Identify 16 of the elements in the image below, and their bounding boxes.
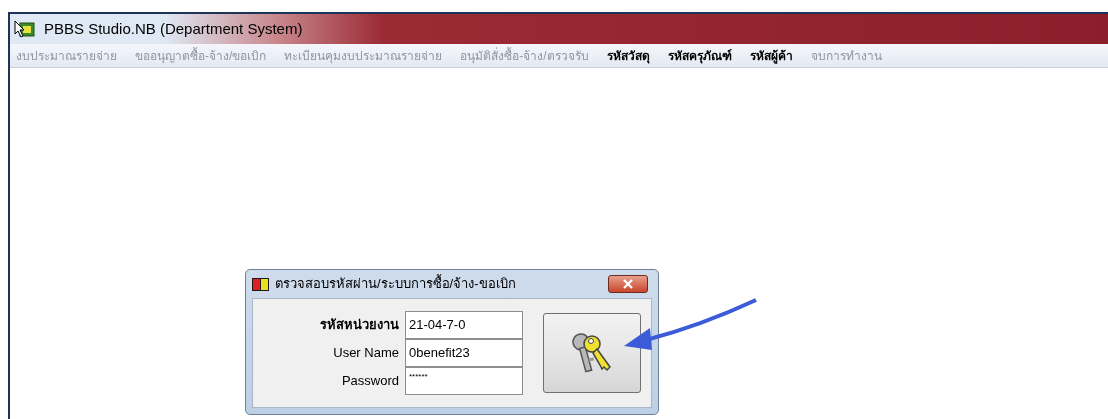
field-label: User Name bbox=[332, 344, 399, 363]
dialog-title: ตรวจสอบรหัสผ่าน/ระบบการซื้อ/จ้าง-ขอเบิก bbox=[275, 274, 517, 294]
text-field[interactable]: ****** bbox=[405, 367, 523, 395]
menu-item[interactable]: รหัสวัสดุ bbox=[606, 46, 650, 65]
app-icon bbox=[14, 20, 36, 38]
field-label: รหัสหน่วยงาน bbox=[319, 316, 399, 335]
text-field[interactable]: 0benefit23 bbox=[405, 339, 523, 367]
field-label: Password bbox=[340, 372, 399, 391]
close-button[interactable] bbox=[608, 275, 648, 293]
logo-icon bbox=[252, 277, 269, 291]
window-title: PBBS Studio.NB (Department System) bbox=[44, 18, 303, 39]
text-field[interactable]: 21-04-7-0 bbox=[405, 311, 523, 339]
menu-item[interactable]: รหัสครุภัณฑ์ bbox=[667, 46, 732, 65]
close-icon bbox=[623, 279, 633, 289]
menu-item[interactable]: รหัสผู้ค้า bbox=[749, 46, 793, 65]
login-button[interactable] bbox=[543, 313, 641, 393]
